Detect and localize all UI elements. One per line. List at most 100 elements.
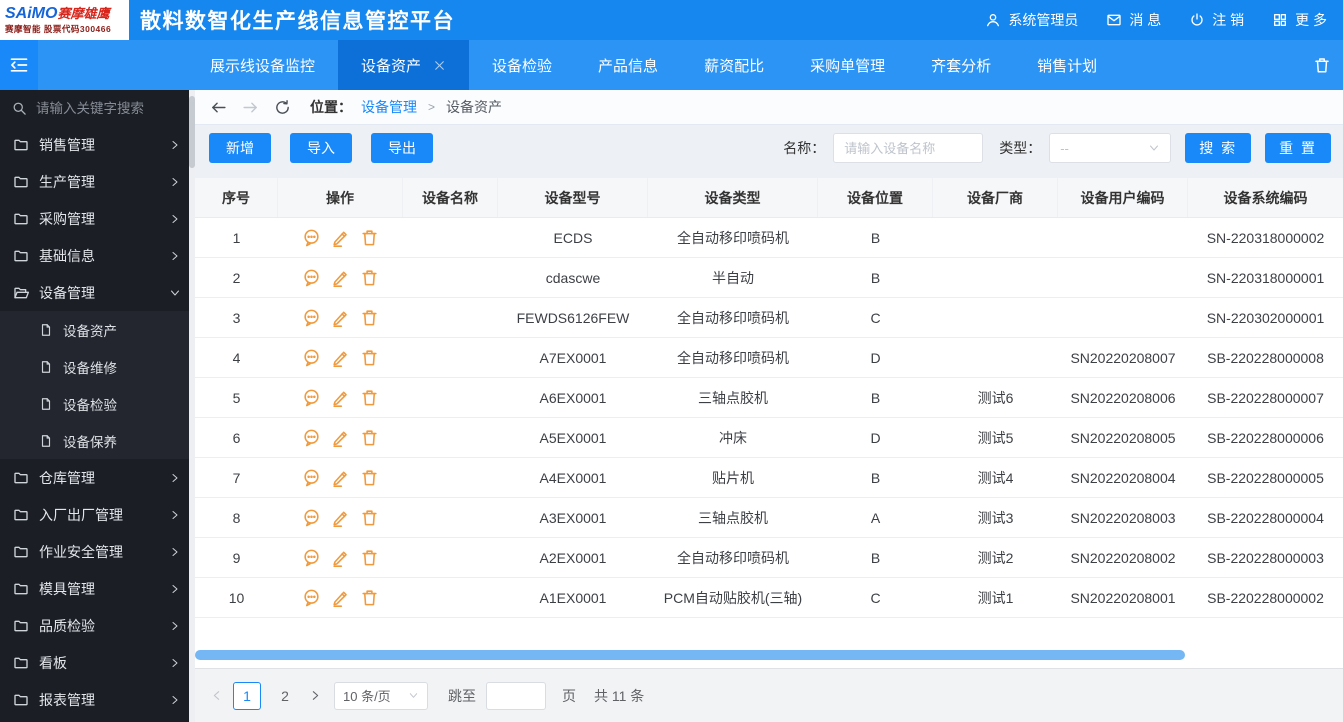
user-menu-item[interactable]: 注 销 [1189, 10, 1244, 30]
chevron-right-icon [169, 694, 181, 706]
toolbar-button-1[interactable]: 导入 [290, 133, 352, 163]
comment-icon[interactable] [302, 388, 321, 407]
tab-7[interactable]: 销售计划 [1014, 40, 1120, 90]
edit-icon[interactable] [331, 268, 350, 287]
type-filter-select[interactable]: -- [1049, 133, 1171, 163]
comment-icon[interactable] [302, 548, 321, 567]
sidebar-item-2[interactable]: 采购管理 [0, 200, 195, 237]
breadcrumb-link[interactable]: 设备管理 [361, 97, 417, 117]
table-row: 9A2EX0001全自动移印喷码机B测试2SN20220208002SB-220… [195, 538, 1343, 578]
toolbar-button-0[interactable]: 新增 [209, 133, 271, 163]
user-menu-item[interactable]: 更 多 [1272, 10, 1327, 30]
table-row: 4A7EX0001全自动移印喷码机DSN20220208007SB-220228… [195, 338, 1343, 378]
sidebar-subitem-label: 设备保养 [63, 431, 117, 451]
edit-icon[interactable] [331, 588, 350, 607]
delete-icon[interactable] [360, 388, 379, 407]
tab-5[interactable]: 采购单管理 [787, 40, 908, 90]
sidebar-subitem-2[interactable]: 设备检验 [0, 385, 195, 422]
next-page-icon[interactable] [309, 689, 322, 702]
filters: 名称： 类型： -- 搜 索 重 置 [783, 133, 1331, 163]
cell-seq: 3 [195, 298, 278, 337]
chevron-right-icon [169, 472, 181, 484]
cell-name [403, 298, 498, 337]
edit-icon[interactable] [331, 428, 350, 447]
comment-icon[interactable] [302, 508, 321, 527]
horizontal-scrollbar[interactable] [195, 650, 1185, 660]
reset-button[interactable]: 重 置 [1265, 133, 1331, 163]
sidebar-item-1[interactable]: 生产管理 [0, 163, 195, 200]
cell-location: C [818, 298, 933, 337]
tab-4[interactable]: 薪资配比 [681, 40, 787, 90]
sidebar-item-0[interactable]: 销售管理 [0, 126, 195, 163]
search-button[interactable]: 搜 索 [1185, 133, 1251, 163]
name-filter-input[interactable] [833, 133, 983, 163]
sidebar-item-6[interactable]: 入厂出厂管理 [0, 496, 195, 533]
tab-6[interactable]: 齐套分析 [908, 40, 1014, 90]
delete-icon[interactable] [360, 268, 379, 287]
delete-icon[interactable] [360, 508, 379, 527]
delete-icon[interactable] [360, 348, 379, 367]
sidebar-item-8[interactable]: 模具管理 [0, 570, 195, 607]
search-icon [12, 101, 27, 116]
sidebar-subitem-0[interactable]: 设备资产 [0, 311, 195, 348]
page-number-2[interactable]: 2 [271, 682, 299, 710]
jump-page-input[interactable] [486, 682, 546, 710]
edit-icon[interactable] [331, 308, 350, 327]
tab-label: 采购单管理 [810, 55, 885, 76]
delete-icon[interactable] [360, 548, 379, 567]
back-arrow-icon[interactable] [210, 99, 227, 116]
cell-sys_code: SB-220228000005 [1188, 458, 1343, 497]
sidebar-subitem-3[interactable]: 设备保养 [0, 422, 195, 459]
delete-icon[interactable] [360, 228, 379, 247]
comment-icon[interactable] [302, 348, 321, 367]
edit-icon[interactable] [331, 468, 350, 487]
sidebar-collapse-button[interactable] [0, 40, 38, 90]
forward-arrow-icon[interactable] [242, 99, 259, 116]
comment-icon[interactable] [302, 228, 321, 247]
tab-0[interactable]: 展示线设备监控 [187, 40, 338, 90]
delete-icon[interactable] [360, 468, 379, 487]
sidebar-item-5[interactable]: 仓库管理 [0, 459, 195, 496]
page-number-1[interactable]: 1 [233, 682, 261, 710]
page-size-value: 10 条/页 [343, 686, 408, 705]
page-size-select[interactable]: 10 条/页 [334, 682, 428, 710]
sidebar-item-4[interactable]: 设备管理 [0, 274, 195, 311]
sidebar-subitem-1[interactable]: 设备维修 [0, 348, 195, 385]
comment-icon[interactable] [302, 428, 321, 447]
sidebar-item-10[interactable]: 看板 [0, 644, 195, 681]
sidebar-item-7[interactable]: 作业安全管理 [0, 533, 195, 570]
comment-icon[interactable] [302, 268, 321, 287]
tab-2[interactable]: 设备检验 [469, 40, 575, 90]
toolbar-button-2[interactable]: 导出 [371, 133, 433, 163]
prev-page-icon[interactable] [210, 689, 223, 702]
comment-icon[interactable] [302, 308, 321, 327]
tab-1[interactable]: 设备资产 [338, 40, 469, 90]
tab-3[interactable]: 产品信息 [575, 40, 681, 90]
sidebar-item-label: 采购管理 [39, 209, 169, 229]
user-menu-item[interactable]: 系统管理员 [985, 10, 1078, 30]
delete-icon[interactable] [360, 308, 379, 327]
sidebar-item-11[interactable]: 报表管理 [0, 681, 195, 718]
sidebar-search[interactable] [0, 90, 195, 126]
cell-type: 三轴点胶机 [648, 378, 818, 417]
sidebar-subitem-label: 设备资产 [63, 320, 117, 340]
edit-icon[interactable] [331, 548, 350, 567]
user-menu-label: 更 多 [1295, 10, 1327, 30]
edit-icon[interactable] [331, 228, 350, 247]
cell-sys_code: SN-220302000001 [1188, 298, 1343, 337]
sidebar-item-3[interactable]: 基础信息 [0, 237, 195, 274]
sidebar-item-9[interactable]: 品质检验 [0, 607, 195, 644]
comment-icon[interactable] [302, 468, 321, 487]
tab-close-icon[interactable] [433, 59, 446, 72]
comment-icon[interactable] [302, 588, 321, 607]
delete-icon[interactable] [360, 588, 379, 607]
edit-icon[interactable] [331, 388, 350, 407]
cell-vendor: 测试6 [933, 378, 1058, 417]
sidebar-search-input[interactable] [36, 101, 176, 116]
edit-icon[interactable] [331, 348, 350, 367]
clear-tabs-trash-icon[interactable] [1313, 56, 1331, 74]
edit-icon[interactable] [331, 508, 350, 527]
user-menu-item[interactable]: 消 息 [1106, 10, 1161, 30]
delete-icon[interactable] [360, 428, 379, 447]
refresh-icon[interactable] [274, 99, 291, 116]
